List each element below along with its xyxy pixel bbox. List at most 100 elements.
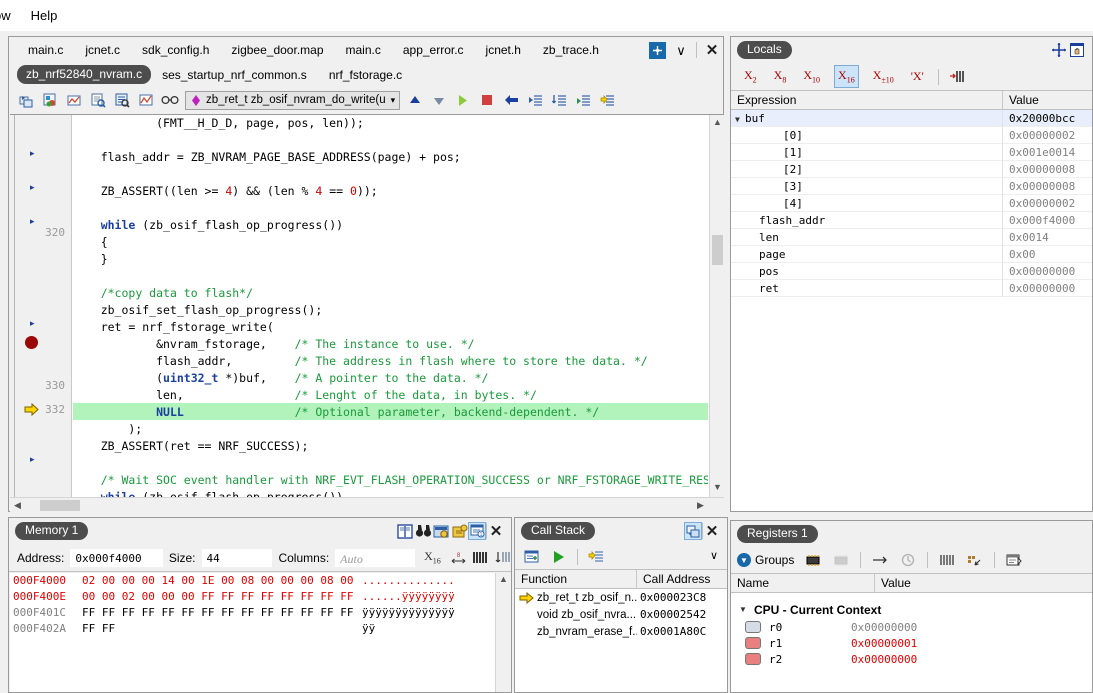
fold-marker-icon[interactable]: ▸ (30, 216, 35, 227)
locals-value[interactable]: 0x00000002 (1003, 127, 1075, 144)
editor-tab-sdk-config-h[interactable]: sdk_config.h (131, 40, 220, 60)
run-icon[interactable] (454, 91, 472, 109)
editor-tab-main-c[interactable]: main.c (335, 40, 392, 60)
radix-button-10[interactable]: X±10 (870, 66, 897, 86)
radix-button-10[interactable]: X10 (800, 66, 823, 86)
column-header-call-address[interactable]: Call Address (637, 570, 727, 589)
fold-marker-icon[interactable]: ▸ (30, 454, 35, 465)
scrollbar-thumb[interactable] (712, 235, 723, 265)
split-view-icon[interactable] (649, 41, 666, 59)
memory-width-icon[interactable]: 8 (450, 549, 467, 567)
call-stack-row[interactable]: zb_nvram_erase_f... 0x0001A80C (515, 623, 727, 640)
locals-value[interactable]: 0x00000002 (1003, 195, 1075, 212)
chevron-down-icon[interactable]: ∨ (709, 548, 727, 566)
groups-button[interactable]: ▼ Groups (737, 553, 794, 567)
memory-hex-bytes[interactable]: FF FF (82, 621, 362, 637)
glasses-icon[interactable] (161, 91, 179, 109)
goto-definition-icon[interactable] (113, 91, 131, 109)
register-row[interactable]: r0 0x00000000 (731, 619, 1092, 635)
close-icon[interactable]: ✕ (487, 522, 505, 540)
function-selector-combo[interactable]: zb_ret_t zb_osif_nvram_do_write(u ▾ (185, 90, 401, 110)
scroll-right-arrow-icon[interactable]: ▶ (693, 498, 708, 513)
call-stack-properties-icon[interactable] (523, 548, 541, 566)
back-arrow-icon[interactable] (502, 91, 520, 109)
menu-item-window[interactable]: ow (0, 6, 21, 25)
fold-marker-icon[interactable]: ▸ (30, 182, 35, 193)
radix-button-16[interactable]: X16 (834, 65, 859, 88)
combo-arrow-icon[interactable]: ▾ (391, 95, 396, 106)
call-stack-row[interactable]: zb_ret_t zb_osif_n... 0x000023C8 (515, 589, 727, 606)
add-register-icon[interactable] (966, 551, 984, 569)
register-value[interactable]: 0x00000000 (845, 653, 917, 666)
scroll-up-arrow-icon[interactable]: ▲ (496, 574, 511, 584)
locals-value[interactable]: 0x0014 (1003, 229, 1049, 246)
locals-table-body[interactable]: ▼ buf 0x20000bcc [0] 0x00000002 [1] 0x001e0014… (731, 109, 1092, 511)
close-icon[interactable]: ✕ (703, 41, 721, 59)
memory-book-icon[interactable] (396, 522, 414, 540)
register-properties-icon[interactable] (1005, 551, 1023, 569)
chevron-down-icon[interactable]: ∨ (672, 41, 690, 59)
registers-grid-icon[interactable] (938, 551, 956, 569)
editor-tab-app-error-c[interactable]: app_error.c (392, 40, 475, 60)
locals-row[interactable]: [2] 0x00000008 (731, 160, 1092, 178)
locals-row[interactable]: [4] 0x00000002 (731, 194, 1092, 212)
step-up-icon[interactable] (406, 91, 424, 109)
locals-value[interactable]: 0x000f4000 (1003, 212, 1075, 229)
memory-hex-bytes[interactable]: 00 00 02 00 00 00 FF FF FF FF FF FF FF F… (82, 589, 362, 605)
stop-icon[interactable] (478, 91, 496, 109)
fold-marker-icon[interactable]: ▸ (30, 318, 35, 329)
memory-row[interactable]: 000F4000 02 00 00 00 14 00 1E 00 08 00 00… (10, 573, 496, 589)
fold-marker-icon[interactable]: ▸ (30, 148, 35, 159)
register-group-header[interactable]: ▼ CPU - Current Context (731, 600, 1092, 619)
column-header-value[interactable]: Value (1003, 91, 1092, 110)
run-to-cursor-icon[interactable] (598, 91, 616, 109)
run-to-frame-icon[interactable] (550, 548, 568, 566)
memory-export-icon[interactable] (450, 522, 468, 540)
column-header-function[interactable]: Function (515, 569, 637, 589)
locals-row[interactable]: [3] 0x00000008 (731, 177, 1092, 195)
register-chip-icon[interactable] (804, 551, 822, 569)
binoculars-search-icon[interactable] (414, 522, 432, 540)
code-area[interactable]: ▸ ▸ ▸ ▸ ▸ 320 330 332 (FMT__H_D_D, page,… (10, 114, 724, 512)
memory-column-icon[interactable] (495, 549, 511, 567)
radix-button-2[interactable]: X2 (741, 66, 760, 86)
size-input[interactable]: 44 (201, 548, 273, 567)
editor-tab-nrf-fstorage-c[interactable]: nrf_fstorage.c (318, 65, 413, 85)
scrollbar-thumb[interactable] (40, 500, 80, 511)
register-value[interactable]: 0x00000000 (845, 621, 917, 634)
navigate-back-icon[interactable] (17, 91, 35, 109)
pin-panel-icon[interactable] (1050, 41, 1068, 59)
editor-tab-ses-startup-nrf-common-s[interactable]: ses_startup_nrf_common.s (151, 65, 318, 85)
locals-row[interactable]: ret 0x00000000 (731, 279, 1092, 297)
registers-table-body[interactable]: ▼ CPU - Current Context r0 0x00000000 r1 0x… (731, 593, 1092, 692)
scroll-up-arrow-icon[interactable]: ▲ (710, 117, 725, 131)
editor-horizontal-scrollbar[interactable]: ◀ ▶ (10, 497, 724, 512)
expand-twisty-icon[interactable]: ▼ (739, 605, 749, 614)
chart-view-icon[interactable] (137, 91, 155, 109)
memory-row[interactable]: 000F402A FF FF ÿÿ (10, 621, 496, 637)
bookmark-toggle-icon[interactable] (41, 91, 59, 109)
locals-value[interactable]: 0x00 (1003, 246, 1036, 263)
scroll-left-arrow-icon[interactable]: ◀ (10, 498, 25, 513)
column-header-expression[interactable]: Expression (731, 90, 1003, 110)
editor-tab-zb-trace-h[interactable]: zb_trace.h (532, 40, 610, 60)
memory-row[interactable]: 000F401C FF FF FF FF FF FF FF FF FF FF FF… (10, 605, 496, 621)
locals-autoarrange-icon[interactable] (949, 70, 966, 83)
register-value[interactable]: 0x00000001 (845, 637, 917, 650)
arrow-right-icon[interactable] (871, 551, 889, 569)
step-into-icon[interactable] (550, 91, 568, 109)
register-row[interactable]: r1 0x00000001 (731, 635, 1092, 651)
step-over-icon[interactable] (526, 91, 544, 109)
address-input[interactable]: 0x000f4000 (70, 548, 163, 567)
menu-item-help[interactable]: Help (21, 6, 68, 25)
locals-row[interactable]: pos 0x00000000 (731, 262, 1092, 280)
goto-frame-icon[interactable] (587, 548, 605, 566)
locals-row[interactable]: flash_addr 0x000f4000 (731, 211, 1092, 229)
breakpoint-marker-icon[interactable] (25, 336, 38, 349)
register-row[interactable]: r2 0x00000000 (731, 651, 1092, 667)
locals-value[interactable]: 0x00000000 (1003, 263, 1075, 280)
locals-value[interactable]: 0x001e0014 (1003, 144, 1075, 161)
editor-gutter[interactable]: ▸ ▸ ▸ ▸ ▸ 320 330 332 (10, 115, 72, 498)
locals-row[interactable]: [0] 0x00000002 (731, 126, 1092, 144)
drag-panel-icon[interactable] (1068, 41, 1086, 59)
